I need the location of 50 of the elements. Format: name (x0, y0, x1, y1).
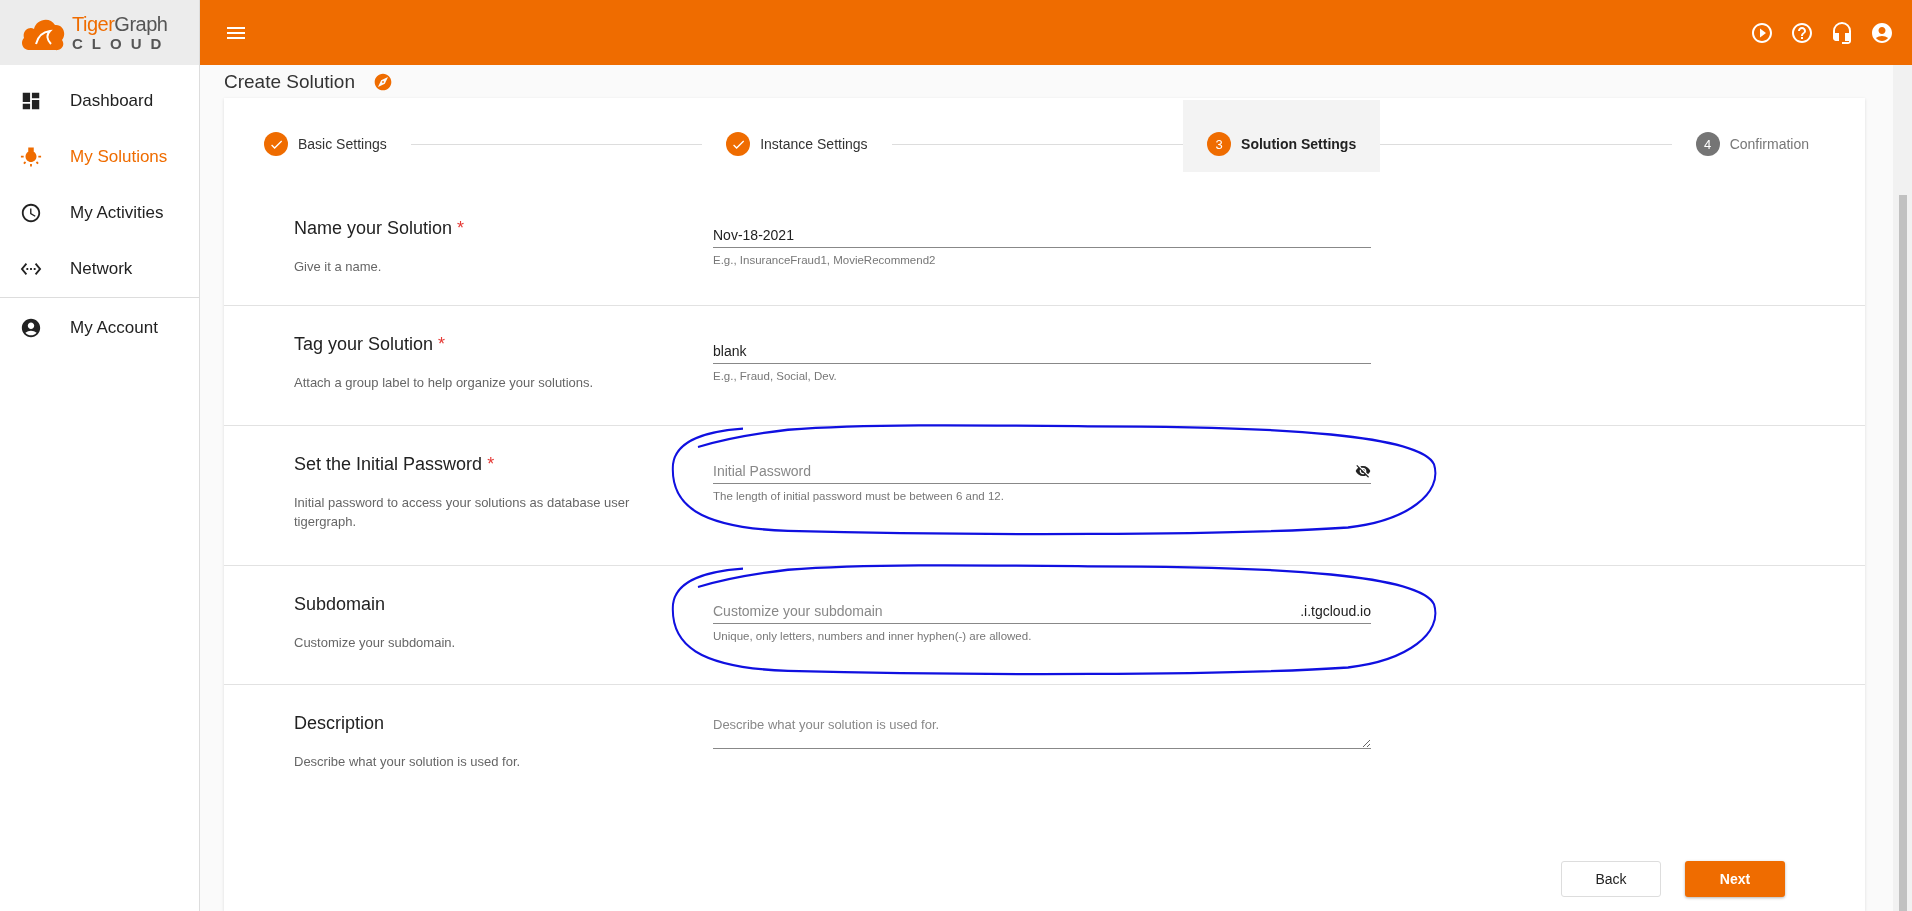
section-title: Description (294, 713, 386, 734)
support-button[interactable] (1830, 20, 1854, 45)
help-button[interactable] (1790, 20, 1814, 45)
sidebar-item[interactable]: My Account (0, 300, 199, 356)
domain-suffix: .i.tgcloud.io (1300, 602, 1371, 619)
step-label: Confirmation (1729, 136, 1809, 152)
sidebar-item[interactable]: Network (0, 241, 199, 297)
section-description: Attach a group label to help organize your solutions. (294, 374, 595, 392)
brand-name: TigerGraph (72, 14, 169, 34)
clock-icon (20, 202, 42, 224)
dashboard-icon (20, 90, 42, 112)
compass-icon (372, 71, 393, 92)
page-title: Create Solution (224, 70, 355, 93)
play-icon (1750, 20, 1774, 45)
account-icon (1870, 20, 1894, 45)
sidebar-item[interactable]: Dashboard (0, 73, 199, 129)
back-button[interactable]: Back (1561, 861, 1661, 897)
text-input[interactable]: Nov-18-2021 (713, 226, 1371, 243)
section-description: Give it a name. (294, 258, 383, 276)
brand-subtitle: CLOUD (72, 36, 171, 51)
helper-text: E.g., InsuranceFraud1, MovieRecommend2 (713, 254, 937, 266)
section-title: Subdomain (294, 594, 387, 615)
play-button[interactable] (1750, 20, 1774, 45)
password-input[interactable]: Initial Password (713, 462, 1355, 479)
section-description: Describe what your solution is used for. (294, 753, 522, 771)
headset-icon (1830, 20, 1854, 45)
lightbulb-icon (20, 146, 42, 168)
step-number: 3 (1207, 132, 1232, 156)
helper-text: The length of initial password must be between 6 and 12. (713, 490, 1005, 502)
text-input[interactable]: blank (713, 342, 1371, 359)
step-label: Basic Settings (298, 136, 387, 152)
section-title: Set the Initial Password * (294, 454, 496, 475)
helper-text: E.g., Fraud, Social, Dev. (713, 370, 838, 382)
step-label: Instance Settings (760, 136, 868, 152)
eye-off-icon[interactable] (1355, 462, 1371, 479)
help-icon (1790, 20, 1814, 45)
step-number: 4 (1695, 132, 1720, 156)
check-icon (264, 132, 288, 156)
description-textarea[interactable]: Describe what your solution is used for. (713, 717, 1371, 749)
section-description: Customize your subdomain. (294, 634, 457, 652)
step-label: Solution Settings (1241, 136, 1357, 152)
helper-text: Unique, only letters, numbers and inner hyphen(-) are allowed. (713, 630, 1033, 642)
sidebar-item[interactable]: My Activities (0, 185, 199, 241)
account-button[interactable] (1870, 20, 1894, 45)
account-icon (20, 317, 42, 339)
section-description: Initial password to access your solutions as database user tigergraph. (294, 494, 631, 531)
check-icon (726, 132, 751, 156)
section-title: Tag your Solution * (294, 334, 447, 355)
subdomain-input[interactable]: Customize your subdomain (713, 602, 1301, 619)
section-title: Name your Solution * (294, 218, 466, 239)
